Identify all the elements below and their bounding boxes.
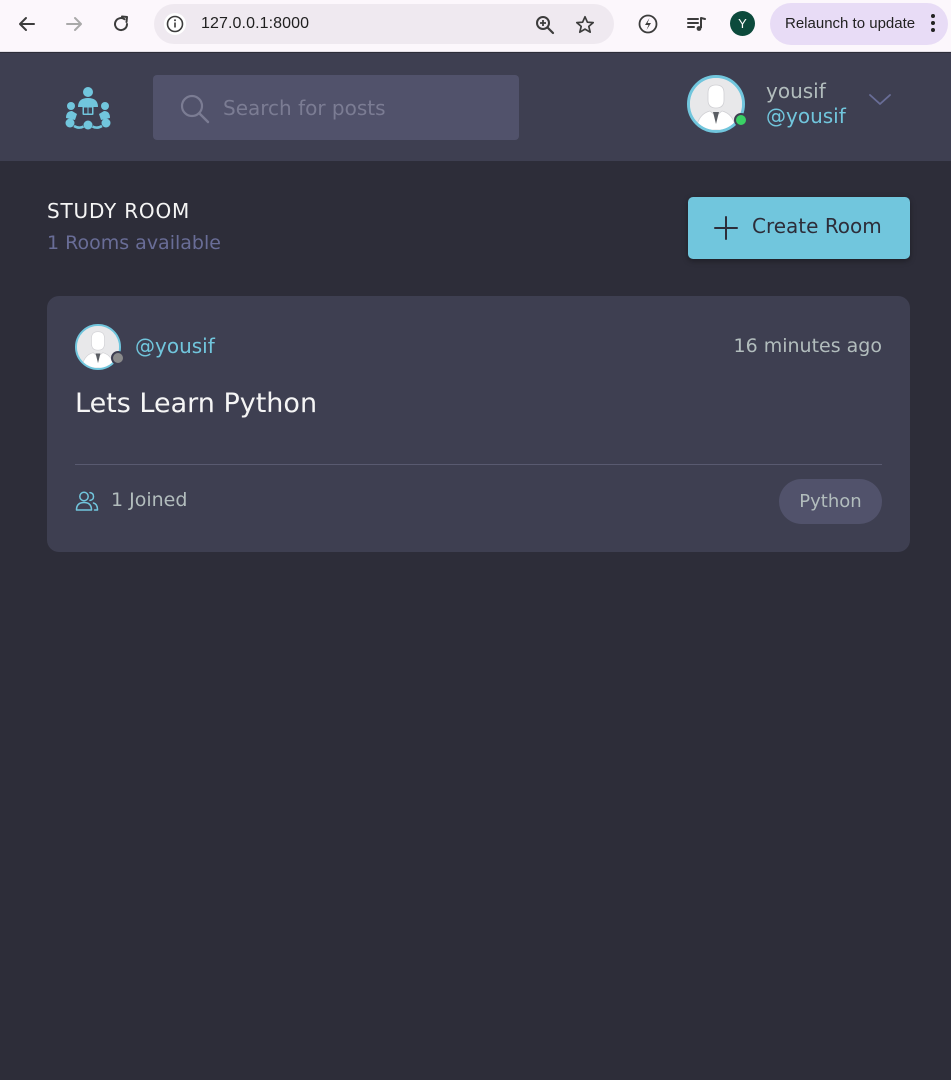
address-bar[interactable]: 127.0.0.1:8000	[154, 4, 614, 44]
forward-button[interactable]	[60, 10, 88, 38]
online-status-dot	[734, 113, 748, 127]
relaunch-label: Relaunch to update	[785, 15, 916, 32]
room-card[interactable]: @yousif 16 minutes ago Lets Learn Python…	[47, 296, 910, 552]
zoom-in-icon	[536, 16, 555, 35]
playlist-music-icon	[687, 17, 706, 31]
info-icon	[166, 15, 184, 33]
back-button[interactable]	[13, 10, 41, 38]
topic-tag[interactable]: Python	[779, 479, 882, 524]
more-vertical-icon[interactable]	[930, 14, 936, 34]
relaunch-button[interactable]: Relaunch to update	[770, 3, 948, 45]
host-handle-link[interactable]: @yousif	[135, 334, 215, 358]
site-info-button[interactable]	[164, 13, 186, 35]
zoom-button[interactable]	[534, 14, 556, 36]
search-input[interactable]	[223, 75, 503, 140]
page-title: STUDY ROOM	[47, 199, 191, 223]
create-room-label: Create Room	[752, 214, 882, 238]
user-handle[interactable]: @yousif	[766, 104, 846, 128]
app-header: yousif @yousif	[0, 53, 951, 161]
room-timestamp: 16 minutes ago	[733, 335, 883, 357]
create-room-button[interactable]: Create Room	[688, 197, 910, 259]
url-text[interactable]: 127.0.0.1:8000	[201, 15, 309, 33]
chevron-down-icon	[869, 94, 891, 105]
performance-button[interactable]	[636, 12, 660, 36]
performance-icon	[638, 14, 658, 34]
offline-status-dot	[111, 351, 125, 365]
users-icon	[75, 491, 99, 511]
bookmark-button[interactable]	[574, 14, 596, 36]
logo-icon[interactable]	[63, 85, 113, 131]
search-icon	[180, 94, 210, 124]
user-menu-toggle[interactable]	[866, 89, 894, 109]
joined-count: 1 Joined	[111, 489, 188, 511]
user-name[interactable]: yousif	[766, 79, 826, 103]
star-icon	[575, 15, 595, 34]
reload-button[interactable]	[107, 10, 135, 38]
plus-icon	[714, 216, 738, 240]
search-box[interactable]	[153, 75, 519, 140]
reload-icon	[114, 15, 129, 32]
room-title-link[interactable]: Lets Learn Python	[75, 388, 317, 419]
arrow-right-icon	[66, 17, 82, 31]
card-divider	[75, 464, 882, 465]
profile-avatar[interactable]: Y	[730, 11, 755, 36]
media-control-button[interactable]	[684, 12, 708, 36]
arrow-left-icon	[19, 17, 35, 31]
rooms-count: 1 Rooms available	[47, 232, 221, 254]
browser-toolbar: 127.0.0.1:8000 Y Relaunch to update	[0, 0, 951, 52]
